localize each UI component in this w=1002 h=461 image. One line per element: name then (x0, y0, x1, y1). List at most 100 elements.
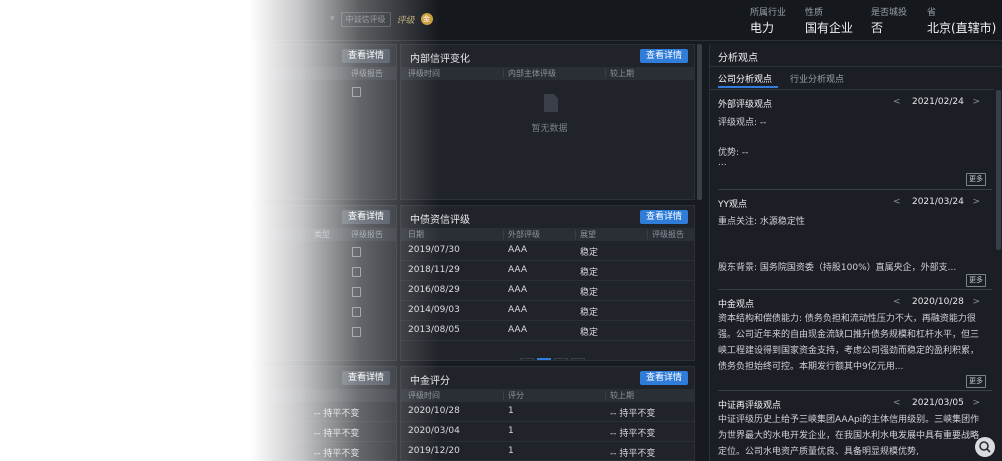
tab-company-analysis[interactable]: 公司分析观点 (718, 72, 772, 85)
more-button[interactable]: 更多 (966, 173, 986, 186)
change-cell: -- 持平不变 (314, 409, 360, 419)
view-details-button[interactable]: 查看详情 (639, 49, 688, 63)
nature-label: 性质 (805, 8, 824, 18)
date-cell: 2019/12/20 (408, 446, 460, 456)
left-top-panel: 查看详情 评级报告 (255, 44, 397, 200)
date-cell: 2020/03/04 (408, 426, 460, 436)
prev-date-button[interactable]: < (893, 398, 901, 408)
table-header: 类型 评级报告 (256, 228, 396, 241)
date-navigator: < 2021/03/24 > (893, 197, 980, 207)
page-1-button[interactable]: 1 (537, 358, 551, 360)
score-cell: 1 (508, 446, 514, 456)
section-line: 股东背景: 国务院国资委（持股100%）直属央企，外部支... (718, 263, 957, 273)
table-row: 2018/11/29 AAA 稳定 (401, 261, 694, 281)
document-icon[interactable] (352, 87, 361, 97)
view-details-button[interactable]: 查看详情 (639, 210, 688, 224)
yy-view-section: YY观点 < 2021/03/24 > 重点关注: 水源稳定性 股东背景: 国务… (710, 197, 1002, 291)
view-details-button[interactable]: 查看详情 (341, 371, 390, 385)
page-2-button[interactable]: 2 (554, 358, 568, 360)
search-button[interactable] (975, 437, 995, 457)
outlook-cell: 稳定 (580, 268, 599, 278)
table-header: 评级时间 评分 较上期 (401, 389, 694, 402)
date-navigator: < 2021/02/24 > (893, 97, 980, 107)
internal-rating-panel: 内部信评变化 查看详情 评级时间 内部主体评级 较上期 暂无数据 (400, 44, 695, 200)
report-column-header: 评级报告 (351, 69, 383, 78)
outlook-cell: 稳定 (580, 248, 599, 258)
more-button[interactable]: 更多 (966, 375, 986, 388)
column-divider (503, 230, 504, 239)
view-details-button[interactable]: 查看详情 (341, 210, 390, 224)
report-column-header: 评级报告 (351, 230, 383, 239)
prev-date-button[interactable]: < (893, 297, 901, 307)
next-date-button[interactable]: > (972, 197, 980, 207)
column-divider (605, 391, 606, 400)
document-icon[interactable] (352, 327, 361, 337)
next-date-button[interactable]: > (972, 398, 980, 408)
column-divider (605, 69, 606, 78)
cicc-view-section: 中金观点 < 2020/10/28 > 资本结构和偿债能力: 债务负担和流动性压… (710, 297, 1002, 391)
prev-page-button[interactable]: < (520, 358, 534, 360)
rating-cell: AAA (508, 245, 527, 255)
document-icon[interactable] (352, 287, 361, 297)
left-mid-panel: 查看详情 类型 评级报告 (255, 205, 397, 361)
next-date-button[interactable]: > (972, 97, 980, 107)
prev-date-button[interactable]: < (893, 197, 901, 207)
section-date: 2020/10/28 (911, 297, 964, 307)
date-cell: 2020/10/28 (408, 406, 460, 416)
urban-investment-label: 是否城投 (871, 8, 908, 18)
empty-document-icon (544, 94, 558, 112)
section-date: 2021/03/24 (911, 197, 964, 207)
active-tab-indicator (718, 86, 778, 88)
rating-source-button[interactable]: 中诚信评级 (340, 11, 391, 27)
section-title: 外部评级观点 (718, 100, 773, 110)
column-header: 较上期 (610, 391, 634, 400)
column-header: 评级时间 (408, 391, 440, 400)
industry-label: 所属行业 (750, 8, 787, 18)
prev-date-button[interactable]: < (893, 97, 901, 107)
section-line: 评级观点: -- (718, 118, 767, 128)
date-cell: 2013/08/05 (408, 325, 460, 335)
column-header: 评分 (508, 391, 524, 400)
date-navigator: < 2021/03/05 > (893, 398, 980, 408)
industry-value: 电力 (750, 21, 775, 35)
table-row: 2013/08/05 AAA 稳定 (401, 321, 694, 341)
view-details-button[interactable]: 查看详情 (639, 371, 688, 385)
section-title: 中金观点 (718, 300, 755, 310)
tab-industry-analysis[interactable]: 行业分析观点 (790, 72, 844, 85)
table-header (256, 389, 396, 402)
external-rating-section: 外部评级观点 < 2021/02/24 > 评级观点: -- 优势: -- ..… (710, 97, 1002, 191)
date-cell: 2019/07/30 (408, 245, 460, 255)
document-icon[interactable] (352, 267, 361, 277)
table-row: 2020/10/28 1 -- 持平不变 (401, 402, 694, 422)
panel-header: 中债资信评级 查看详情 (401, 206, 694, 228)
document-icon[interactable] (352, 307, 361, 317)
scrollbar[interactable] (697, 44, 702, 200)
rating-cell: AAA (508, 285, 527, 295)
rating-cell: AAA (508, 325, 527, 335)
more-button[interactable]: 更多 (966, 274, 986, 287)
table-row: -- 持平不变 (256, 442, 396, 460)
cicc-score-panel: 中金评分 查看详情 评级时间 评分 较上期 2020/10/28 1 -- 持平… (400, 366, 695, 461)
date-cell: 2016/08/29 (408, 285, 460, 295)
table-row: 2016/08/29 AAA 稳定 (401, 281, 694, 301)
chevron-down-icon[interactable]: ▾ (330, 14, 335, 24)
panel-title: 中金评分 (410, 376, 450, 387)
section-line: ... (718, 158, 727, 168)
next-page-button[interactable]: > (571, 358, 585, 360)
next-date-button[interactable]: > (972, 297, 980, 307)
rating-cell: AAA (508, 265, 527, 275)
top-widgets: ▾ 中诚信评级 评级 金 (330, 11, 433, 27)
change-cell: -- 持平不变 (610, 409, 656, 419)
document-icon[interactable] (352, 247, 361, 257)
view-details-button[interactable]: 查看详情 (341, 49, 390, 63)
column-divider (575, 230, 576, 239)
section-title: 中证再评级观点 (718, 401, 782, 411)
change-cell: -- 持平不变 (314, 429, 360, 439)
table-row: -- 持平不变 (256, 402, 396, 422)
column-header: 较上期 (610, 69, 634, 78)
table-header: 评级报告 (256, 67, 396, 80)
analysis-panel: 分析观点 公司分析观点 行业分析观点 外部评级观点 < 2021/02/24 >… (709, 44, 1002, 461)
coin-icon[interactable]: 金 (420, 13, 433, 25)
empty-state-text: 暂无数据 (531, 124, 568, 134)
rating-cell: AAA (508, 305, 527, 315)
